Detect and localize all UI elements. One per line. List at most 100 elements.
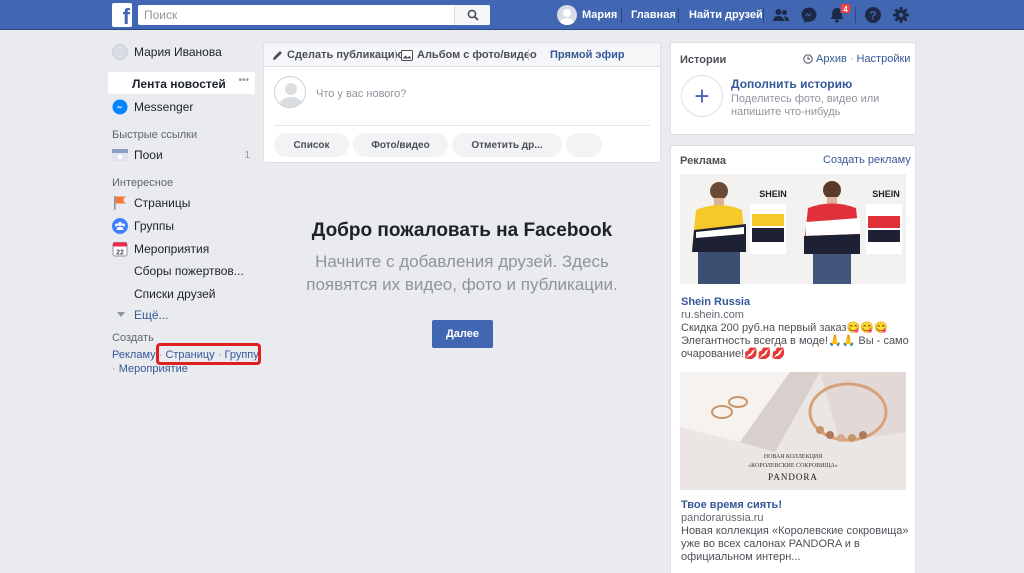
add-story-description: Поделитесь фото, видео или напишите что-… [731, 93, 879, 119]
archive-link[interactable]: Архив [816, 53, 847, 65]
settings-gear-icon[interactable] [892, 6, 910, 24]
section-title-interesting: Интересное [112, 177, 174, 189]
add-story-button[interactable]: + [681, 75, 723, 117]
add-story-link[interactable]: Дополнить историю [731, 77, 852, 91]
search-box [138, 5, 490, 25]
shein-ad-title[interactable]: Shein Russia [681, 296, 750, 308]
nav-divider [855, 7, 856, 23]
album-icon [401, 49, 413, 61]
ad-text-line: официальном интерн... [681, 551, 801, 563]
next-button[interactable]: Далее [432, 320, 493, 348]
shein-ad-url: ru.shein.com [681, 309, 744, 321]
ad-text-line: уже во всех салонах PANDORA и в [681, 538, 860, 550]
sidebar-item-friend-lists[interactable]: Списки друзей [134, 287, 215, 301]
nav-home-link[interactable]: Главная [631, 9, 676, 21]
description-line: Поделитесь фото, видео или [731, 93, 880, 105]
nav-divider [763, 7, 764, 23]
story-settings-link[interactable]: Настройки [857, 53, 911, 65]
composer-input[interactable]: Что у вас нового? [316, 88, 406, 100]
create-ad-link[interactable]: Рекламу [112, 349, 156, 361]
more-options-button[interactable] [566, 133, 602, 157]
nav-divider [678, 7, 679, 23]
sidebar-item-groups[interactable]: Группы [112, 218, 174, 234]
sidebar-item-messenger[interactable]: Messenger [112, 99, 193, 115]
flag-icon [114, 196, 126, 210]
notifications-badge: 4 [840, 3, 851, 14]
more-options-icon[interactable]: ••• [238, 75, 249, 86]
description-line: напишите что-нибудь [731, 106, 841, 118]
sidebar-item-news-feed[interactable]: Лента новостей ••• [108, 72, 255, 94]
sidebar-item-label: Мероприятия [134, 242, 210, 256]
sidebar-item-label: Messenger [134, 100, 194, 114]
avatar [112, 44, 128, 60]
pandora-ad-title[interactable]: Твое время сиять! [681, 499, 782, 511]
section-title-create: Создать [112, 332, 154, 344]
nav-find-friends-link[interactable]: Найти друзей [689, 9, 763, 21]
sidebar-item-label: Сборы пожертвов... [134, 264, 244, 278]
list-button[interactable]: Список [274, 133, 349, 157]
tab-label: Прямой эфир [550, 49, 625, 61]
shein-ad-photo: SHEIN SHEIN [680, 174, 906, 284]
sidebar-profile-link[interactable]: Мария Иванова [112, 44, 222, 60]
sidebar-item-fundraisers[interactable]: Сборы пожертвов... [134, 264, 244, 278]
shein-logo-text: SHEIN [872, 189, 900, 199]
ads-title: Реклама [680, 155, 727, 167]
sidebar-item-count: 1 [244, 149, 250, 161]
ad-text-line: Элегантность всегда в моде!🙏🙏 Вы - само [681, 335, 909, 347]
stories-card: Истории Архив · Настройки + Дополнить ис… [670, 42, 916, 135]
photo-video-button[interactable]: Фото/видео [353, 133, 448, 157]
tab-label: Сделать публикацию [287, 49, 404, 61]
tab-live-video[interactable]: Прямой эфир [550, 49, 625, 61]
pencil-icon [273, 50, 282, 60]
sidebar-item-events[interactable]: 22 Мероприятия [112, 241, 209, 257]
friend-requests-icon[interactable] [772, 6, 790, 24]
search-button[interactable] [454, 5, 490, 25]
welcome-subtitle: Начните с добавления друзей. Здесь появя… [263, 250, 661, 296]
group-icon [112, 149, 128, 161]
sidebar-item-label: Пooи [134, 148, 163, 162]
avatar [557, 5, 577, 25]
stories-title: Истории [680, 54, 727, 66]
sidebar-item-label: Группы [134, 219, 174, 233]
tab-divider [528, 49, 529, 61]
tab-create-post[interactable]: Сделать публикацию [272, 49, 404, 61]
shein-ad-image[interactable]: SHEIN SHEIN [680, 174, 906, 284]
create-ad-link[interactable]: Создать рекламу [823, 154, 911, 166]
pandora-logo: PANDORA [768, 472, 818, 482]
sidebar-item-more[interactable]: Ещё... [117, 308, 169, 322]
messenger-icon [112, 99, 128, 115]
pandora-ad-url: pandorarussia.ru [681, 512, 764, 524]
separator-dot: · [849, 53, 854, 65]
tab-photo-album[interactable]: Альбом с фото/видео [401, 49, 537, 61]
groups-icon [112, 218, 128, 234]
sidebar-item-quick-link[interactable]: Пooи 1 [112, 147, 250, 163]
ad-text-line: очарование!💋💋💋 [681, 348, 786, 360]
sidebar-profile-name: Мария Иванова [134, 45, 222, 59]
help-icon[interactable]: ? [864, 6, 882, 24]
nav-user-name: Мария [582, 9, 618, 21]
pandora-ad-photo: НОВАЯ КОЛЛЕКЦИЯ «КОРОЛЕВСКИЕ СОКРОВИЩА» … [680, 372, 906, 490]
section-title-quick-links: Быстрые ссылки [112, 129, 198, 141]
sidebar-item-label: Лента новостей [132, 77, 226, 91]
pandora-ad-image[interactable]: НОВАЯ КОЛЛЕКЦИЯ «КОРОЛЕВСКИЕ СОКРОВИЩА» … [680, 372, 906, 490]
nav-divider [621, 7, 622, 23]
tag-friends-button[interactable]: Отметить др... [452, 133, 562, 157]
sidebar-item-pages[interactable]: Страницы [112, 195, 190, 211]
nav-profile-link[interactable]: Мария [557, 5, 617, 25]
svg-text:?: ? [869, 8, 876, 22]
button-label: Фото/видео [371, 139, 430, 151]
welcome-title: Добро пожаловать на Facebook [311, 220, 613, 241]
search-input[interactable] [138, 5, 452, 25]
avatar [274, 76, 306, 108]
messenger-icon[interactable] [800, 6, 818, 24]
plus-icon: + [694, 81, 710, 111]
shein-ad-body: Скидка 200 руб.на первый заказ😋😋😋 Элеган… [681, 322, 913, 361]
highlight-annotation [156, 343, 261, 365]
search-icon [467, 9, 479, 21]
facebook-logo-icon[interactable]: f [112, 3, 132, 29]
clock-icon [803, 54, 813, 64]
shein-logo-text: SHEIN [759, 189, 787, 199]
ad-text-line: Скидка 200 руб.на первый заказ😋😋😋 [681, 322, 888, 334]
composer-card: Сделать публикацию Альбом с фото/видео П… [263, 42, 661, 163]
pandora-caption: НОВАЯ КОЛЛЕКЦИЯ [764, 454, 823, 460]
